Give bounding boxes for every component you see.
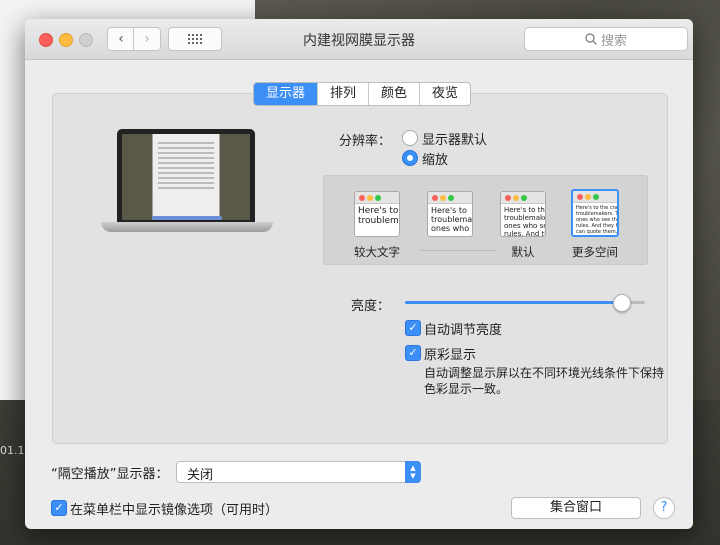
scaling-label-more-space: 更多空间 xyxy=(572,245,618,259)
gather-windows-button[interactable]: 集合窗口 xyxy=(511,497,641,519)
true-tone-checkbox[interactable]: ✓ xyxy=(405,345,421,361)
scaling-label-larger-text: 较大文字 xyxy=(354,245,400,259)
true-tone-description-line2: 色彩显示一致。 xyxy=(424,382,509,396)
radio-default-for-display[interactable] xyxy=(402,130,418,146)
radio-scaled-label: 缩放 xyxy=(422,153,449,168)
scaling-option-2[interactable]: Here's to troublemak ones who c xyxy=(427,191,473,237)
scaling-option-default[interactable]: Here's to the cr troublemakers. ones who… xyxy=(500,191,546,237)
scaling-preview-text: Here's to the cr troublemakers. ones who… xyxy=(504,206,545,237)
tab-bar: 显示器 排列 颜色 夜览 xyxy=(253,82,472,106)
scaling-option-more-space[interactable]: Here's to the crazy ones troublemakers. … xyxy=(571,189,619,237)
airplay-display-select[interactable]: 关闭 ▲ ▼ xyxy=(176,461,421,483)
help-button[interactable]: ? xyxy=(653,497,675,519)
preferences-window: ‹ › 内建视网膜显示器 搜索 显示器 排列 颜色 夜览 分辨率： 显示器默认 … xyxy=(25,19,693,529)
true-tone-description-line1: 自动调整显示屏以在不同环境光线条件下保持 xyxy=(424,366,665,380)
tab-color[interactable]: 颜色 xyxy=(369,83,421,105)
resolution-label: 分辨率： xyxy=(339,134,392,149)
radio-scaled[interactable] xyxy=(402,150,418,166)
brightness-label: 亮度： xyxy=(351,299,391,314)
tab-night-shift[interactable]: 夜览 xyxy=(420,83,470,105)
search-placeholder: 搜索 xyxy=(600,33,627,49)
tab-display[interactable]: 显示器 xyxy=(254,83,319,105)
true-tone-label: 原彩显示 xyxy=(424,348,477,363)
brightness-slider-fill xyxy=(405,301,621,304)
airplay-display-label: “隔空播放”显示器： xyxy=(51,467,169,482)
auto-brightness-checkbox[interactable]: ✓ xyxy=(405,320,421,336)
scaling-preview-text: Here's to troublemak ones who c xyxy=(431,206,473,233)
scaling-label-default: 默认 xyxy=(511,245,535,259)
scaling-option-larger-text[interactable]: Here's to troublem xyxy=(354,191,400,237)
mirror-menu-checkbox[interactable]: ✓ xyxy=(51,500,67,516)
scaling-preview-text: Here's to troublem xyxy=(358,206,399,226)
search-field[interactable]: 搜索 xyxy=(524,27,688,51)
brightness-slider[interactable] xyxy=(405,294,645,312)
updown-arrows-icon: ▲ ▼ xyxy=(405,461,421,483)
search-icon xyxy=(585,33,597,45)
mirror-menu-label: 在菜单栏中显示镜像选项（可用时） xyxy=(70,503,279,518)
scaling-preview-text: Here's to the crazy ones troublemakers. … xyxy=(576,205,619,235)
laptop-image xyxy=(97,127,277,239)
tab-arrangement[interactable]: 排列 xyxy=(318,83,370,105)
brightness-slider-knob[interactable] xyxy=(613,294,631,312)
auto-brightness-label: 自动调节亮度 xyxy=(424,323,503,338)
radio-default-label: 显示器默认 xyxy=(422,133,488,148)
airplay-display-value: 关闭 xyxy=(187,468,214,483)
title-bar: ‹ › 内建视网膜显示器 搜索 xyxy=(25,19,693,60)
